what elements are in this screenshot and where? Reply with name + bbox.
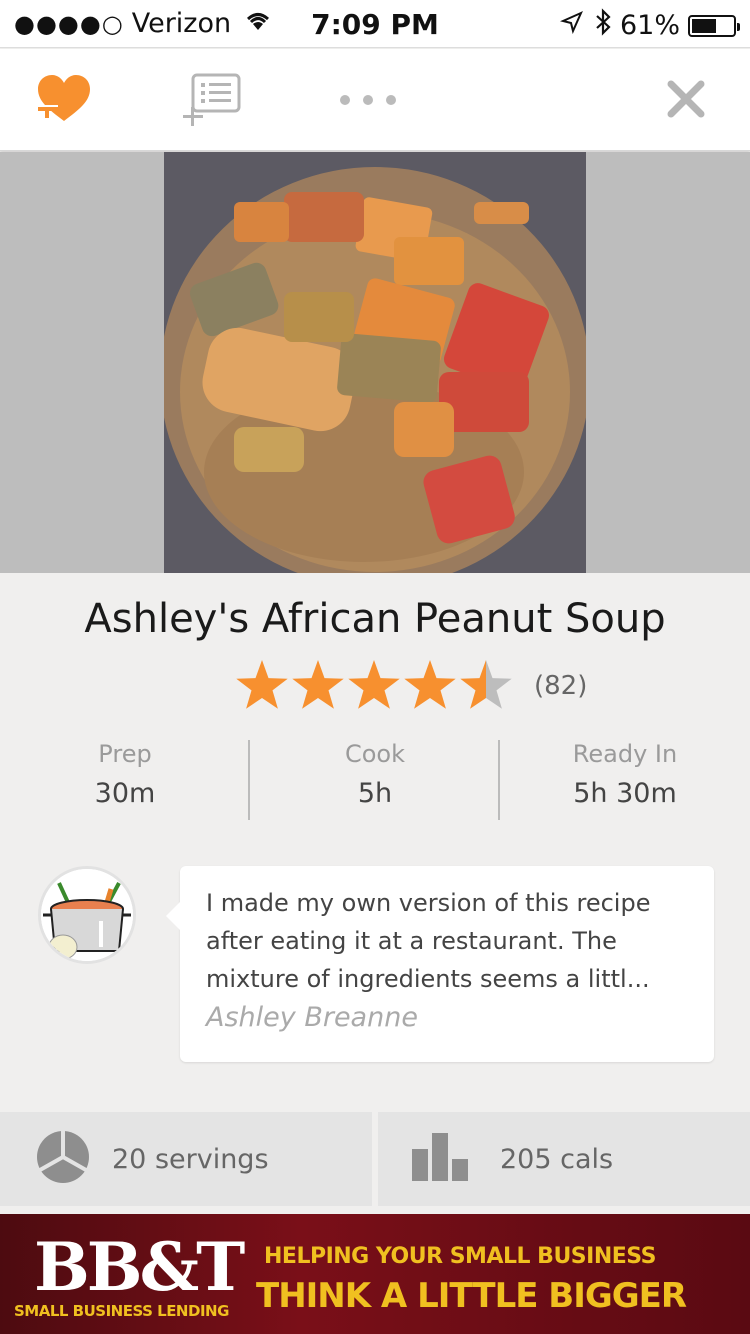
review-card[interactable]: I made my own version of this recipe aft… [166, 866, 714, 1062]
servings-text: 20 servings [112, 1143, 269, 1175]
ad-brand-logo: BB&T [34, 1228, 245, 1306]
battery-percent: 61% [619, 10, 680, 41]
bluetooth-icon [594, 8, 612, 43]
close-icon [666, 79, 706, 123]
more-icon [338, 92, 398, 111]
author-avatar[interactable] [38, 866, 136, 964]
heart-add-icon [34, 71, 94, 131]
ad-headline-1: HELPING YOUR SMALL BUSINESS [264, 1244, 656, 1269]
review-text: I made my own version of this recipe aft… [206, 889, 651, 993]
rating-count: (82) [534, 671, 588, 701]
cook-value: 5h [357, 778, 393, 809]
ad-brand-subtitle: SMALL BUSINESS LENDING [14, 1302, 229, 1320]
ad-banner[interactable]: BB&T SMALL BUSINESS LENDING HELPING YOUR… [0, 1214, 750, 1334]
prep-time: Prep 30m [0, 740, 250, 809]
prep-value: 30m [94, 778, 156, 809]
ready-label: Ready In [572, 740, 678, 768]
recipe-photo[interactable] [164, 152, 586, 573]
status-right-group: 61% [559, 8, 740, 43]
recipe-toolbar [0, 49, 750, 151]
star-icon [236, 660, 288, 709]
ready-time: Ready In 5h 30m [500, 740, 750, 809]
more-options-button[interactable] [338, 71, 398, 131]
bar-chart-icon [412, 1133, 468, 1185]
status-bar: ●●●●○ Verizon 7:09 PM 61% [0, 0, 750, 48]
cook-label: Cook [344, 740, 406, 768]
star-rating [236, 660, 512, 709]
ad-headline-2: THINK A LITTLE BIGGER [256, 1276, 687, 1316]
save-recipe-button[interactable] [34, 71, 94, 131]
star-icon [348, 660, 400, 709]
location-arrow-icon [559, 10, 584, 41]
battery-icon [688, 14, 740, 37]
cook-time: Cook 5h [250, 740, 500, 809]
add-to-list-button[interactable] [183, 71, 245, 131]
review-author[interactable]: Ashley Breanne [206, 1002, 690, 1033]
ready-value: 5h 30m [573, 778, 677, 809]
servings-tile[interactable]: 20 servings [0, 1112, 372, 1206]
servings-icon [36, 1130, 90, 1188]
star-icon [404, 660, 456, 709]
star-icon [460, 660, 512, 709]
prep-label: Prep [98, 740, 152, 768]
star-icon [292, 660, 344, 709]
battery-fill [692, 18, 717, 33]
close-button[interactable] [656, 71, 716, 131]
recipe-title: Ashley's African Peanut Soup [84, 596, 666, 642]
add-to-list-icon [183, 71, 245, 131]
nutrition-tile[interactable]: 205 cals [378, 1112, 750, 1206]
rating[interactable]: (82) [234, 658, 587, 714]
calories-text: 205 cals [500, 1143, 614, 1175]
cook-times: Prep 30m Cook 5h Ready In 5h 30m [0, 740, 750, 820]
